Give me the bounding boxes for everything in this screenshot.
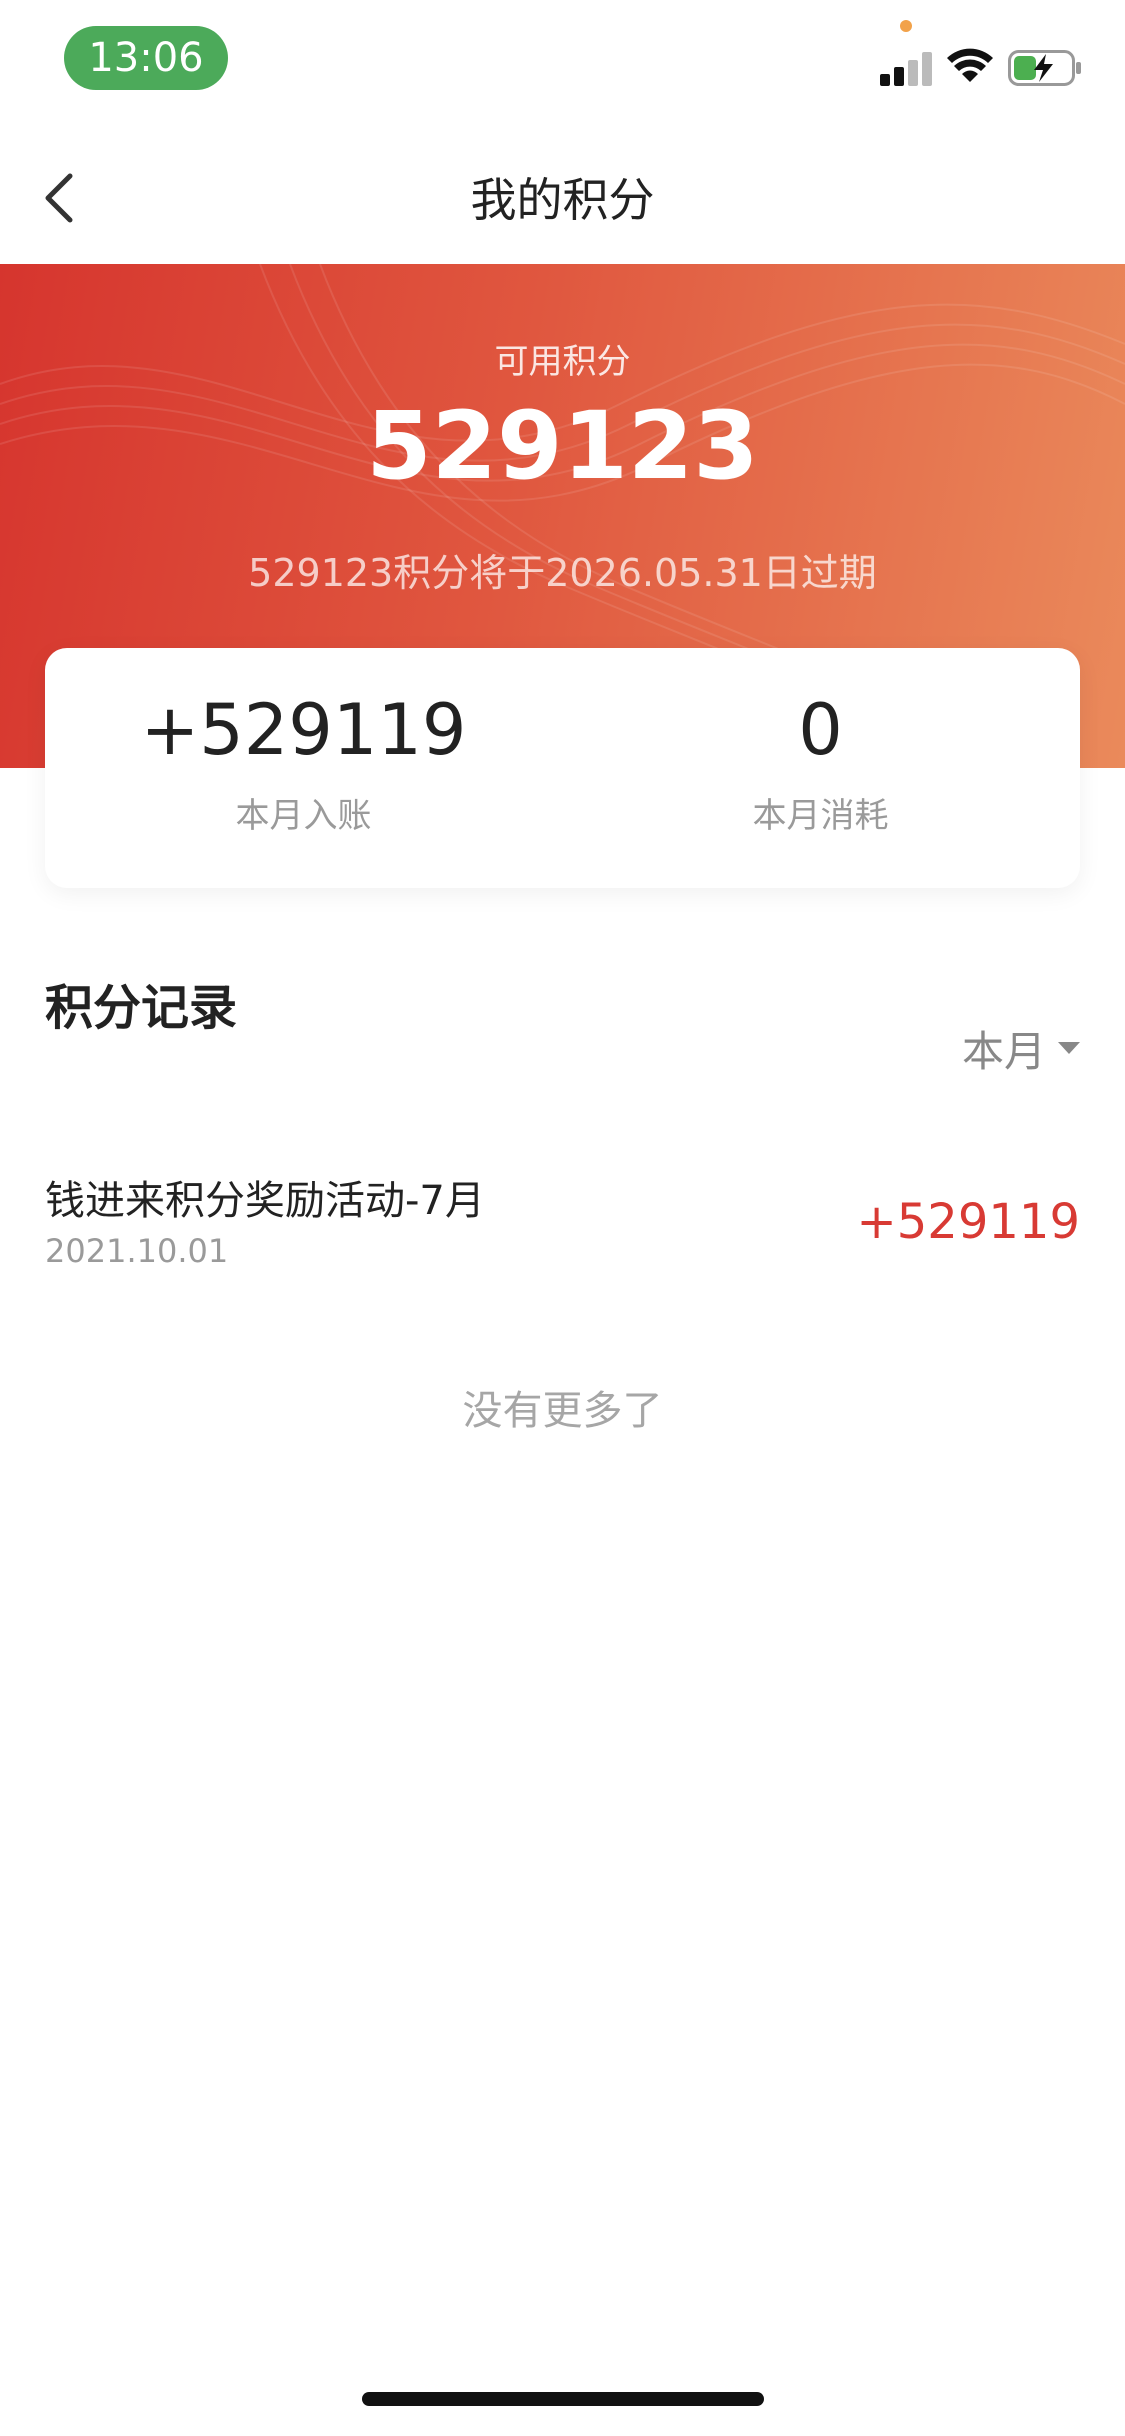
- caret-down-icon: [1058, 1041, 1080, 1054]
- record-title: 钱进来积分奖励活动-7月: [45, 1178, 485, 1224]
- wifi-icon: [947, 48, 993, 82]
- monthly-spend-label: 本月消耗: [752, 796, 889, 836]
- home-indicator[interactable]: [362, 2392, 764, 2406]
- list-end-text: 没有更多了: [462, 1388, 663, 1434]
- expiry-note: 529123积分将于2026.05.31日过期: [248, 551, 877, 595]
- points-page: 13:06 我的积分 可用积分 529123 529123积分将于2026.05…: [0, 0, 1125, 2436]
- status-bar: 13:06: [0, 0, 1125, 132]
- nav-bar: 我的积分: [0, 132, 1125, 264]
- available-points-value: 529123: [366, 392, 759, 501]
- list-item[interactable]: 钱进来积分奖励活动-7月 2021.10.01 +529119: [45, 1160, 1080, 1290]
- monthly-income-label: 本月入账: [235, 796, 372, 836]
- monthly-spend: 0 本月消耗: [562, 688, 1079, 837]
- month-filter-dropdown[interactable]: 本月: [962, 1018, 1080, 1079]
- record-date: 2021.10.01: [45, 1232, 229, 1270]
- monthly-spend-value: 0: [798, 689, 843, 771]
- monthly-income: +529119 本月入账: [45, 688, 562, 837]
- page-title: 我的积分: [470, 173, 655, 227]
- monthly-income-value: +529119: [140, 689, 467, 771]
- record-amount: +529119: [856, 1194, 1080, 1250]
- available-points-label: 可用积分: [494, 342, 631, 382]
- month-filter-label: 本月: [961, 1027, 1046, 1076]
- battery-charging-icon: [1008, 50, 1081, 86]
- mic-indicator-icon: [900, 20, 912, 32]
- monthly-summary-card: +529119 本月入账 0 本月消耗: [45, 648, 1080, 888]
- cellular-signal-icon: [880, 52, 932, 86]
- records-title: 积分记录: [45, 980, 238, 1036]
- status-time: 13:06: [64, 26, 228, 90]
